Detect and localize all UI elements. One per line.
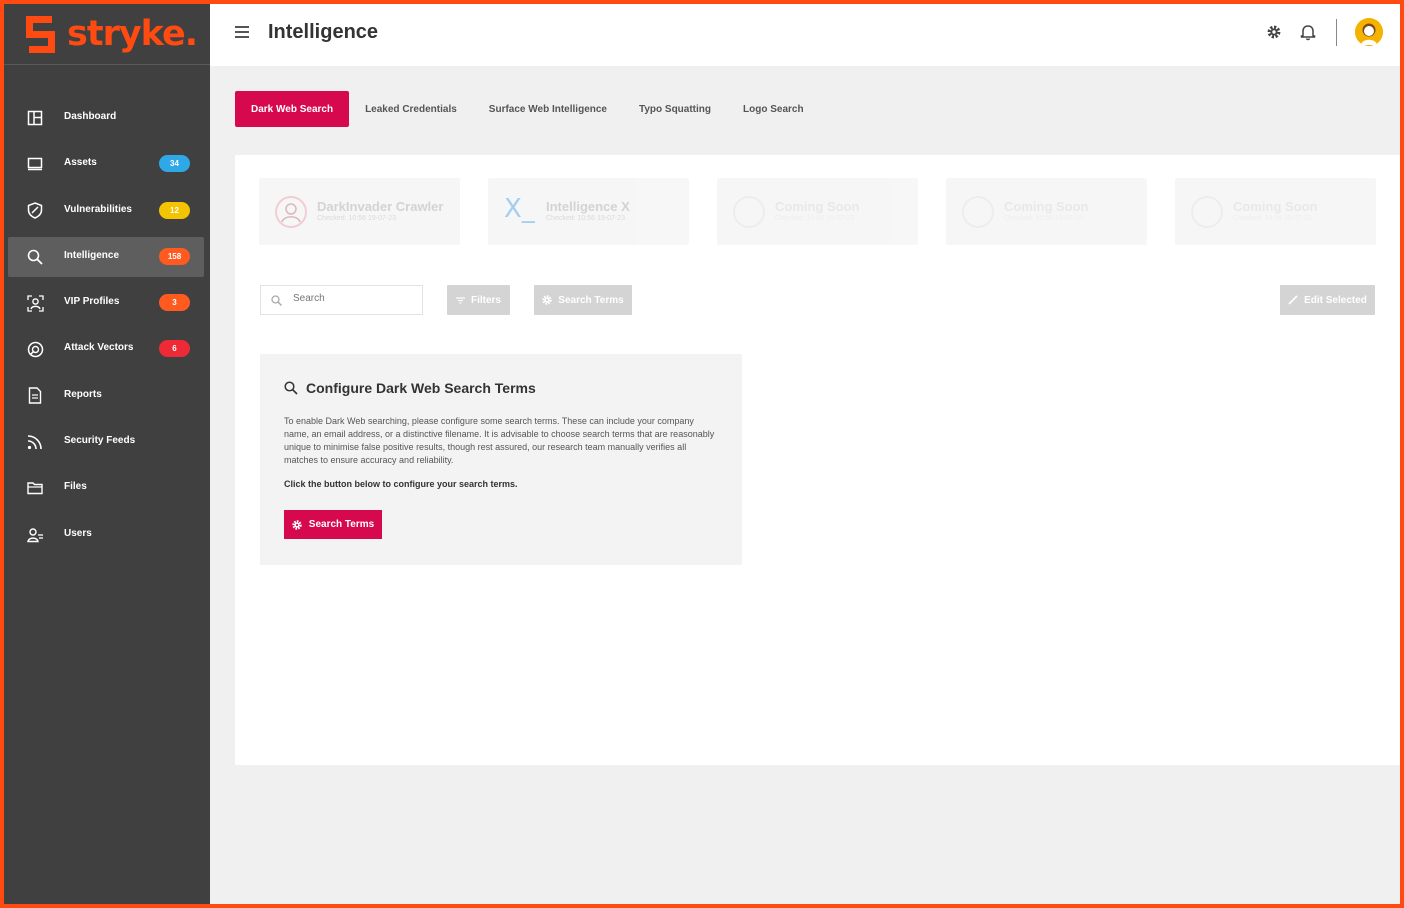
logo[interactable]: stryke.: [4, 4, 210, 65]
search-field[interactable]: [260, 285, 423, 315]
gear-icon[interactable]: [1266, 24, 1282, 40]
edit-selected-label: Edit Selected: [1304, 294, 1367, 306]
source-card-coming-soon: Coming Soon Checked: 10:56 19-07-23: [1175, 178, 1376, 245]
header-divider: [1336, 19, 1337, 46]
darkinvader-icon: [275, 196, 307, 228]
intelligence-tabs: Dark Web Search Leaked Credentials Surfa…: [235, 91, 820, 127]
search-input[interactable]: [293, 293, 413, 304]
source-checked: Checked: 10:56 19-07-23: [317, 215, 396, 222]
configure-search-terms-button[interactable]: Search Terms: [284, 510, 382, 539]
intelligence-x-icon: X_: [504, 194, 535, 224]
search-icon: [26, 248, 44, 266]
source-title: DarkInvader Crawler: [317, 199, 444, 214]
app-frame: stryke. Dashboard Assets 34 Vulnerabilit…: [4, 4, 1400, 904]
source-card-coming-soon: Coming Soon Checked: 10:56 19-07-23: [946, 178, 1147, 245]
sidebar-item-label: VIP Profiles: [64, 296, 120, 308]
sidebar-item-label: Files: [64, 481, 87, 493]
config-description: To enable Dark Web searching, please con…: [284, 416, 715, 465]
count-badge: 158: [159, 247, 190, 265]
tab-dark-web-search[interactable]: Dark Web Search: [235, 91, 350, 127]
sidebar-item-label: Reports: [64, 388, 102, 400]
tab-typo-squatting[interactable]: Typo Squatting: [623, 91, 727, 127]
sidebar-item-files[interactable]: Files: [8, 468, 204, 508]
sidebar-item-security-feeds[interactable]: Security Feeds: [8, 422, 204, 462]
sidebar-nav: Dashboard Assets 34 Vulnerabilities 12 I…: [4, 98, 210, 561]
source-title: Intelligence X: [546, 199, 630, 214]
sidebar-item-vulnerabilities[interactable]: Vulnerabilities 12: [8, 191, 204, 231]
attack-icon: [26, 340, 44, 358]
sidebar-item-assets[interactable]: Assets 34: [8, 144, 204, 184]
source-checked: Checked: 10:56 19-07-23: [775, 215, 854, 222]
shield-icon: [26, 202, 44, 220]
count-badge: 34: [159, 155, 190, 173]
sidebar-item-label: Dashboard: [64, 111, 117, 122]
source-cards: DarkInvader Crawler Checked: 10:56 19-07…: [259, 178, 1376, 245]
source-card-coming-soon: Coming Soon Checked: 10:56 19-07-23: [717, 178, 918, 245]
configure-search-terms-card: Configure Dark Web Search Terms To enabl…: [260, 354, 742, 565]
avatar[interactable]: [1355, 18, 1383, 46]
config-instruction: Click the button below to configure your…: [284, 479, 518, 489]
sidebar-item-intelligence[interactable]: Intelligence 158: [8, 236, 204, 277]
sidebar-item-reports[interactable]: Reports: [8, 376, 204, 416]
sidebar-item-users[interactable]: Users: [8, 515, 204, 555]
source-checked: Checked: 10:56 19-07-23: [546, 215, 625, 222]
button-label: Search Terms: [308, 519, 375, 530]
brand-name: stryke.: [67, 14, 198, 54]
placeholder-icon: [1191, 196, 1223, 228]
count-badge: 6: [159, 340, 190, 358]
source-title: Coming Soon: [1233, 199, 1318, 214]
sidebar-item-label: Attack Vectors: [64, 342, 134, 354]
page-title: Intelligence: [268, 21, 379, 43]
count-badge: 3: [159, 294, 190, 312]
document-icon: [26, 387, 44, 405]
filters-label: Filters: [470, 294, 501, 306]
sidebar-item-label: Intelligence: [64, 249, 120, 261]
dashboard-icon: [26, 109, 44, 127]
bell-icon[interactable]: [1300, 23, 1316, 41]
content-panel: DarkInvader Crawler Checked: 10:56 19-07…: [235, 155, 1400, 765]
sidebar-item-label: Vulnerabilities: [64, 203, 132, 215]
sidebar-item-dashboard[interactable]: Dashboard: [8, 98, 204, 138]
config-title: Configure Dark Web Search Terms: [306, 380, 536, 396]
sidebar: stryke. Dashboard Assets 34 Vulnerabilit…: [4, 4, 210, 904]
search-terms-label: Search Terms: [558, 294, 624, 306]
filters-button[interactable]: Filters: [447, 285, 510, 315]
source-checked: Checked: 10:56 19-07-23: [1233, 215, 1312, 222]
tab-surface-web-intelligence[interactable]: Surface Web Intelligence: [473, 91, 623, 127]
source-card-intelligence-x[interactable]: X_ Intelligence X Checked: 10:56 19-07-2…: [488, 178, 689, 245]
stryke-logo-icon: [26, 16, 55, 53]
gear-icon: [542, 295, 552, 305]
menu-icon[interactable]: [235, 26, 249, 38]
count-badge: 12: [159, 201, 190, 219]
source-title: Coming Soon: [775, 199, 860, 214]
vip-icon: [26, 294, 44, 312]
filter-icon: [455, 296, 465, 304]
tab-leaked-credentials[interactable]: Leaked Credentials: [349, 91, 473, 127]
folder-icon: [26, 479, 44, 497]
search-icon: [271, 295, 282, 306]
top-header: Intelligence: [210, 4, 1400, 66]
users-icon: [26, 526, 44, 544]
sidebar-item-label: Security Feeds: [64, 435, 136, 447]
rss-icon: [26, 433, 44, 451]
sidebar-item-vip-profiles[interactable]: VIP Profiles 3: [8, 283, 204, 323]
placeholder-icon: [733, 196, 765, 228]
source-card-darkinvader[interactable]: DarkInvader Crawler Checked: 10:56 19-07…: [259, 178, 460, 245]
gear-icon: [292, 519, 302, 530]
sidebar-item-attack-vectors[interactable]: Attack Vectors 6: [8, 329, 204, 369]
search-terms-button[interactable]: Search Terms: [534, 285, 632, 315]
monitor-icon: [26, 155, 44, 173]
search-icon: [284, 381, 298, 395]
tab-logo-search[interactable]: Logo Search: [727, 91, 820, 127]
placeholder-icon: [962, 196, 994, 228]
sidebar-item-label: Users: [64, 527, 92, 539]
source-checked: Checked: 10:56 19-07-23: [1004, 215, 1083, 222]
sidebar-item-label: Assets: [64, 157, 97, 169]
edit-selected-button[interactable]: Edit Selected: [1280, 285, 1375, 315]
pencil-icon: [1288, 295, 1298, 305]
source-title: Coming Soon: [1004, 199, 1089, 214]
